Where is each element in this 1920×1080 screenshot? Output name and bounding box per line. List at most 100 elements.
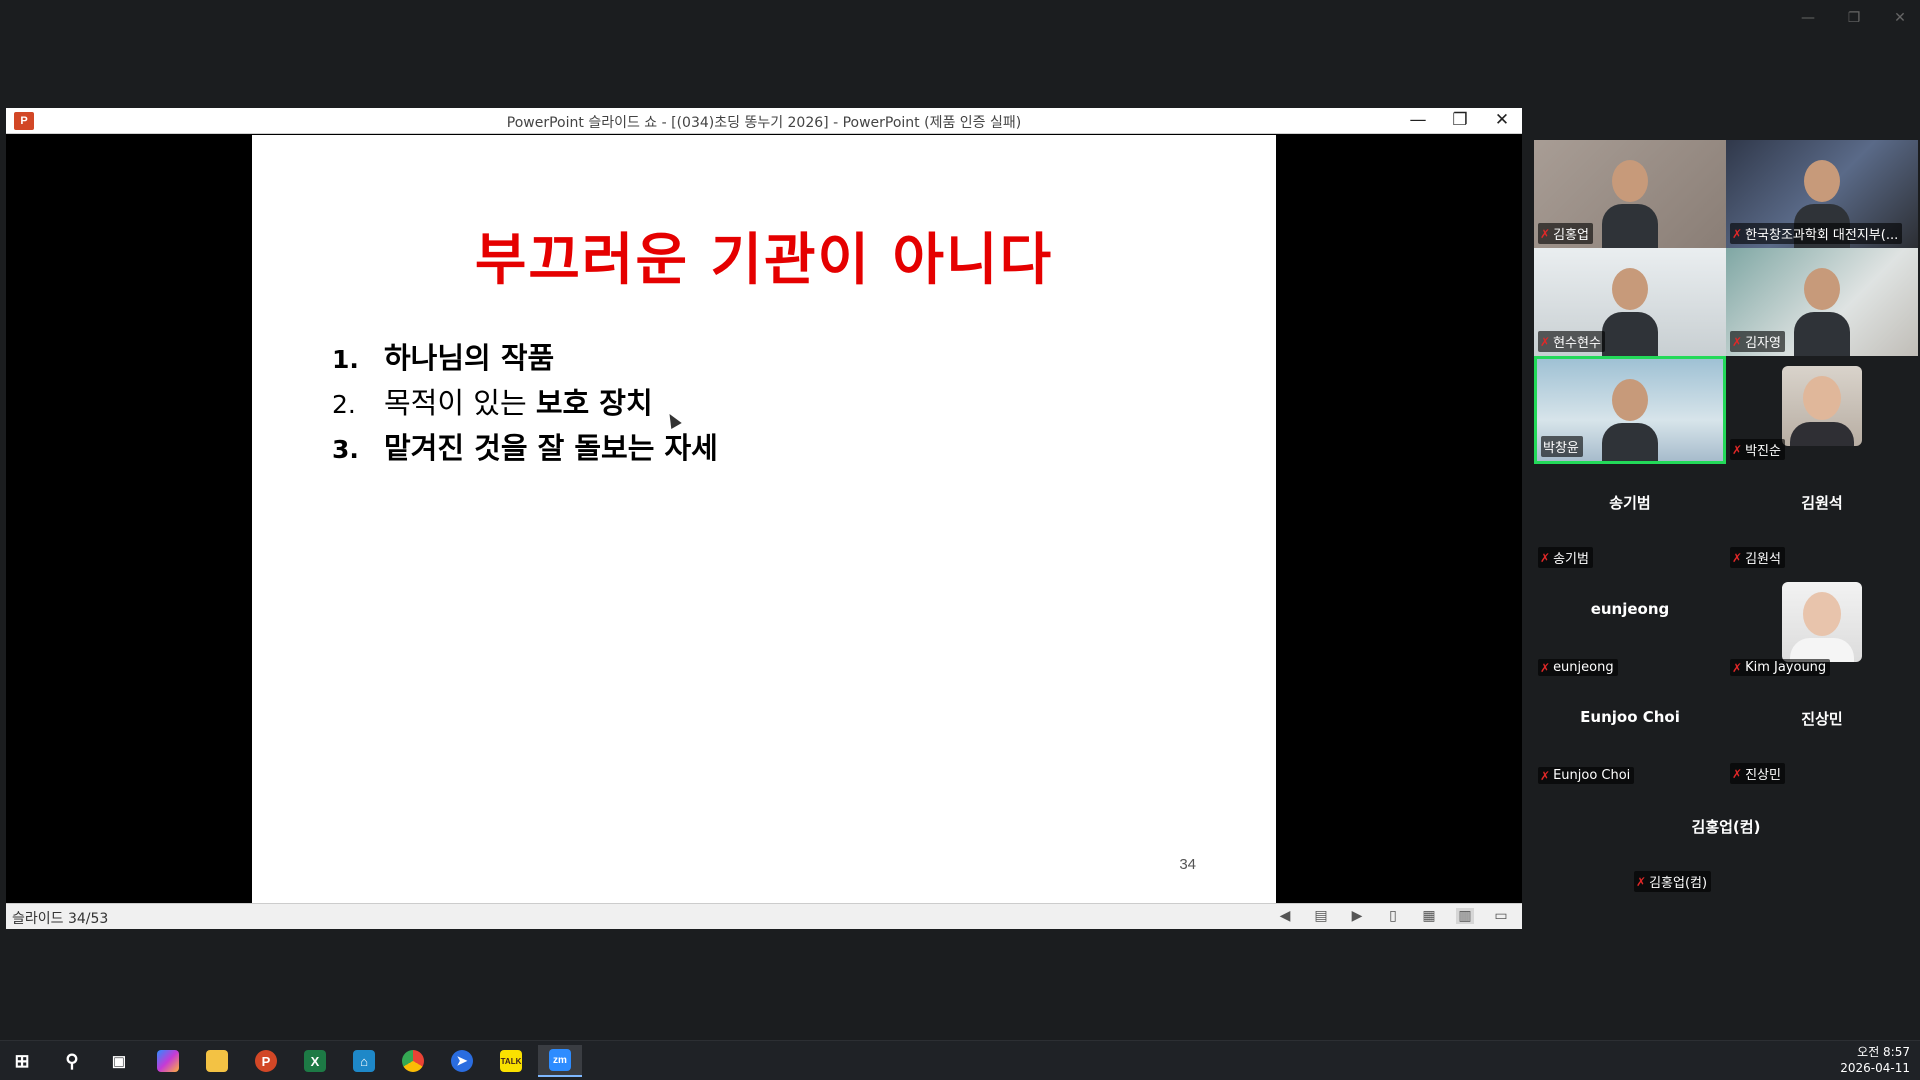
app-taskbar-button[interactable]: ⌂ (342, 1045, 386, 1077)
participant-display-name: 진상민 (1801, 710, 1843, 728)
list-text: 하나님의 작품 (384, 341, 555, 375)
avatar (1782, 366, 1862, 446)
participant-label: ✗ Eunjoo Choi (1538, 767, 1635, 784)
participant-display-name: 김원석 (1801, 494, 1843, 512)
mic-muted-icon: ✗ (1636, 874, 1647, 889)
mic-muted-icon: ✗ (1540, 660, 1551, 675)
copilot-button[interactable] (146, 1045, 190, 1077)
participant-tile[interactable]: 진상민 ✗ 진상민 (1726, 680, 1918, 788)
notes-icon[interactable]: ▤ (1312, 908, 1330, 924)
mic-muted-icon: ✗ (1732, 226, 1743, 241)
list-number: 3. (332, 435, 359, 464)
mic-muted-icon: ✗ (1732, 766, 1743, 781)
chrome-taskbar-button[interactable] (391, 1045, 435, 1077)
participant-video (1602, 379, 1658, 461)
slide-title: 부끄러운 기관이 아니다 (474, 228, 1054, 293)
excel-icon: X (304, 1050, 326, 1072)
mic-muted-icon: ✗ (1732, 660, 1743, 675)
close-icon[interactable]: ✕ (1892, 10, 1908, 26)
restore-icon[interactable]: ❐ (1450, 110, 1470, 130)
participant-display-name: Eunjoo Choi (1580, 708, 1680, 726)
participant-label: ✗ 진상민 (1730, 763, 1785, 784)
active-speaker-tile[interactable]: 박창윤 (1534, 356, 1726, 464)
file-explorer-button[interactable] (195, 1045, 239, 1077)
participant-tile[interactable]: eunjeong ✗ eunjeong (1534, 572, 1726, 680)
folder-icon (206, 1050, 228, 1072)
participant-label: ✗ 현수현수 (1538, 331, 1605, 352)
mic-muted-icon: ✗ (1540, 550, 1551, 565)
outer-window-controls: — ❐ ✕ (1800, 10, 1908, 26)
participant-video (1602, 160, 1658, 248)
ppt-title-bar: P PowerPoint 슬라이드 쇼 - [(034)초딩 똥누기 2026]… (6, 108, 1522, 134)
ppt-window-controls: — ❐ ✕ (1408, 110, 1512, 130)
task-view-button[interactable]: ▣ (97, 1045, 141, 1077)
list-number: 1. (332, 345, 359, 374)
participant-label: ✗ Kim Jayoung (1730, 659, 1831, 676)
search-icon: ⚲ (65, 1050, 79, 1071)
system-clock[interactable]: 오전 8:57 2026-04-11 (1840, 1044, 1910, 1076)
close-icon[interactable]: ✕ (1492, 110, 1512, 130)
list-item: 1. 하나님의 작품 (332, 335, 718, 380)
participant-tile[interactable]: 송기범 ✗ 송기범 (1534, 464, 1726, 572)
zoom-taskbar-button[interactable]: zm (538, 1045, 582, 1077)
participant-tile[interactable]: ✗ 김홍업 (1534, 140, 1726, 248)
slide-counter: 슬라이드 34/53 (12, 911, 109, 927)
slide-sorter-icon[interactable]: ▦ (1420, 908, 1438, 924)
copilot-icon (157, 1050, 179, 1072)
slide-page-number: 34 (1179, 856, 1196, 873)
app-icon: ⌂ (353, 1050, 375, 1072)
avatar (1782, 582, 1862, 662)
kakaotalk-taskbar-button[interactable]: TALK (489, 1045, 533, 1077)
normal-view-icon[interactable]: ▯ (1384, 908, 1402, 924)
minimize-icon[interactable]: — (1408, 110, 1428, 130)
mic-muted-icon: ✗ (1540, 226, 1551, 241)
mic-muted-icon: ✗ (1540, 334, 1551, 349)
next-slide-icon[interactable]: ▶ (1348, 908, 1366, 924)
task-view-icon: ▣ (111, 1053, 127, 1070)
participant-tile[interactable]: 김원석 ✗ 김원석 (1726, 464, 1918, 572)
minimize-icon[interactable]: — (1800, 10, 1816, 26)
participant-label: ✗ eunjeong (1538, 659, 1618, 676)
slideshow-icon[interactable]: ▭ (1492, 908, 1510, 924)
list-number: 2. (332, 390, 356, 419)
powerpoint-taskbar-button[interactable]: P (244, 1045, 288, 1077)
slide-canvas[interactable]: 부끄러운 기관이 아니다 1. 하나님의 작품 2. 목적이 있는 보호 장치 … (252, 135, 1276, 903)
participant-label: ✗ 김자영 (1730, 331, 1785, 352)
participant-label: ✗ 한국창조과학회 대전지부(... (1730, 223, 1903, 244)
participant-tile[interactable]: ✗ 박진순 (1726, 356, 1918, 464)
clock-date: 2026-04-11 (1840, 1061, 1910, 1075)
windows-icon: ⊞ (14, 1050, 30, 1071)
participant-display-name: eunjeong (1590, 600, 1670, 618)
participant-display-name: 김홍업(컴) (1691, 818, 1761, 836)
mic-muted-icon: ✗ (1732, 550, 1743, 565)
mic-muted-icon: ✗ (1540, 768, 1551, 783)
participant-video (1794, 268, 1850, 356)
participant-tile[interactable]: ✗ 한국창조과학회 대전지부(... (1726, 140, 1918, 248)
pin-app-taskbar-button[interactable]: ➤ (440, 1045, 484, 1077)
taskbar: ⊞ ⚲ ▣ P X ⌂ ➤ TALK zm 오전 8:57 2026-04-11 (0, 1040, 1920, 1080)
clock-time: 오전 8:57 (1857, 1045, 1910, 1059)
participant-tile[interactable]: Eunjoo Choi ✗ Eunjoo Choi (1534, 680, 1726, 788)
participant-label: ✗ 김홍업(컴) (1634, 871, 1712, 892)
restore-icon[interactable]: ❐ (1846, 10, 1862, 26)
mic-muted-icon: ✗ (1732, 334, 1743, 349)
mic-muted-icon: ✗ (1732, 442, 1743, 457)
participant-tile[interactable]: 김홍업(컴) ✗ 김홍업(컴) (1630, 788, 1822, 896)
participant-tile[interactable]: ✗ Kim Jayoung (1726, 572, 1918, 680)
list-text: 맡겨진 것을 잘 돌보는 자세 (384, 431, 718, 465)
zoom-icon: zm (549, 1049, 571, 1071)
excel-taskbar-button[interactable]: X (293, 1045, 337, 1077)
pin-icon: ➤ (451, 1050, 473, 1072)
ppt-status-bar: 슬라이드 34/53 ◀ ▤ ▶ ▯ ▦ ▥ ▭ (6, 903, 1522, 929)
search-button[interactable]: ⚲ (50, 1045, 94, 1077)
participant-tile[interactable]: ✗ 현수현수 (1534, 248, 1726, 356)
ppt-window-title: PowerPoint 슬라이드 쇼 - [(034)초딩 똥누기 2026] -… (506, 115, 1022, 131)
list-text: 목적이 있는 보호 장치 (384, 386, 653, 420)
kakaotalk-icon: TALK (500, 1050, 522, 1072)
participant-tile[interactable]: ✗ 김자영 (1726, 248, 1918, 356)
start-button[interactable]: ⊞ (0, 1045, 44, 1077)
chrome-icon (402, 1050, 424, 1072)
participant-video (1602, 268, 1658, 356)
previous-slide-icon[interactable]: ◀ (1276, 908, 1294, 924)
reading-view-icon[interactable]: ▥ (1456, 908, 1474, 924)
